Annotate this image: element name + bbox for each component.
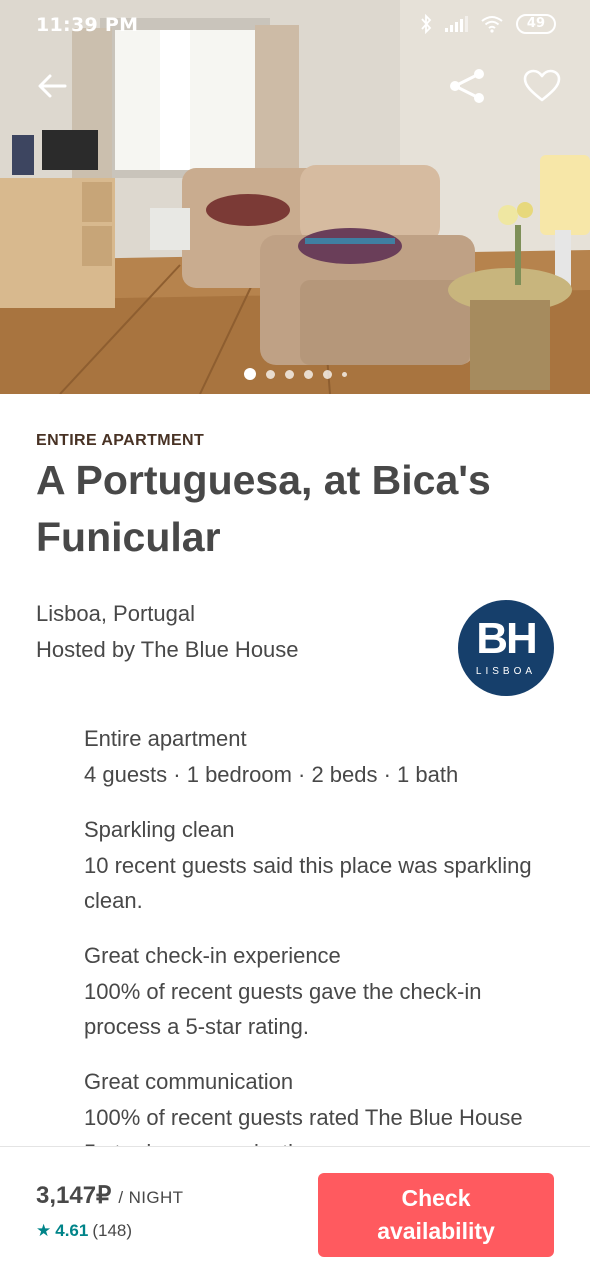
bluetooth-icon — [421, 14, 432, 34]
highlight-title: Sparkling clean — [84, 817, 235, 842]
highlight-item: Sparkling clean 10 recent guests said th… — [84, 815, 544, 918]
heart-icon — [523, 69, 561, 102]
highlight-title: Great check-in experience — [84, 943, 341, 968]
carousel-dot[interactable] — [265, 369, 275, 379]
highlight-item: Great check-in experience 100% of recent… — [84, 941, 544, 1044]
carousel-dot[interactable] — [243, 368, 256, 380]
price-unit: / NIGHT — [118, 1188, 184, 1207]
host-name[interactable]: Hosted by The Blue House — [36, 637, 299, 663]
listing-highlights: Entire apartment 4 guests · 1 bedroom · … — [84, 724, 544, 1193]
save-button[interactable] — [518, 62, 566, 110]
check-availability-button[interactable]: Check availability — [318, 1173, 554, 1257]
wifi-icon — [481, 16, 503, 33]
highlight-description: 10 recent guests said this place was spa… — [84, 853, 532, 913]
host-avatar-subtitle: LISBOA — [475, 666, 537, 677]
price-row: 3,147₽ / NIGHT — [36, 1181, 183, 1210]
nightly-price: 3,147₽ — [36, 1182, 112, 1209]
star-icon: ★ — [36, 1221, 52, 1240]
host-avatar[interactable]: BH LISBOA — [458, 600, 554, 696]
share-icon — [450, 69, 484, 103]
carousel-dot[interactable] — [341, 371, 347, 377]
back-button[interactable] — [28, 62, 76, 110]
highlight-description: 4 guests · 1 bedroom · 2 beds · 1 bath — [84, 762, 459, 787]
status-bar: 11:39 PM 49 — [0, 0, 590, 56]
review-count: (148) — [92, 1221, 133, 1240]
booking-bar: 3,147₽ / NIGHT ★ 4.61 (148) Check availa… — [0, 1146, 590, 1280]
listing-photo-carousel[interactable]: 11:39 PM 49 — [0, 0, 590, 394]
battery-icon: 49 — [515, 14, 556, 34]
listing-type-label: ENTIRE APARTMENT — [36, 432, 205, 449]
carousel-dot[interactable] — [303, 369, 313, 379]
listing-location: Lisboa, Portugal — [36, 601, 195, 626]
highlight-item: Entire apartment 4 guests · 1 bedroom · … — [84, 724, 544, 792]
signal-icon — [444, 16, 468, 32]
status-icons: 49 — [420, 14, 556, 34]
status-time: 11:39 PM — [36, 14, 139, 36]
listing-title: A Portuguesa, at Bica's Funicular — [36, 457, 491, 560]
carousel-dot[interactable] — [322, 369, 332, 379]
carousel-dot[interactable] — [284, 369, 294, 379]
highlight-title: Entire apartment — [84, 726, 247, 751]
highlight-title: Great communication — [84, 1069, 294, 1094]
share-button[interactable] — [443, 62, 491, 110]
host-avatar-monogram: BH — [476, 614, 538, 663]
carousel-indicator — [0, 368, 590, 380]
rating-value: 4.61 — [55, 1221, 89, 1240]
rating-row[interactable]: ★ 4.61 (148) — [36, 1221, 132, 1241]
arrow-left-icon — [38, 74, 67, 98]
highlight-description: 100% of recent guests gave the check-in … — [84, 979, 482, 1039]
living-room-photo — [0, 0, 590, 394]
